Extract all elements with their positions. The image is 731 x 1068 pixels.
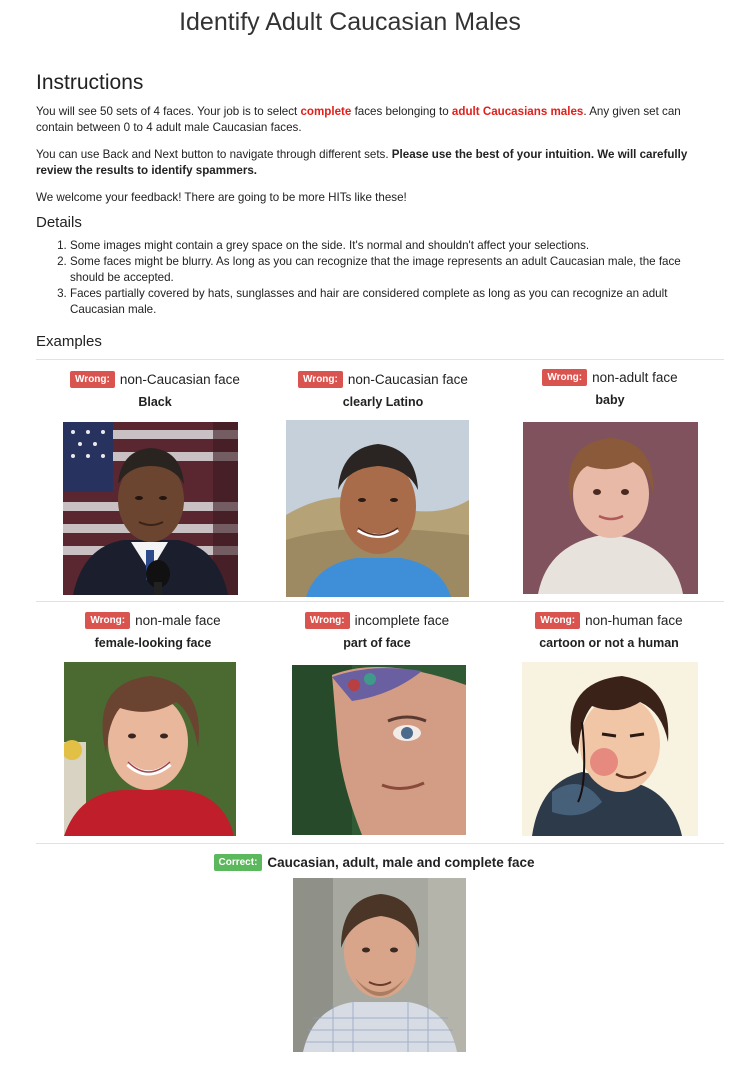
examples-heading: Examples bbox=[36, 333, 102, 350]
example-cartoon: Wrong: non-human face cartoon or not a hu… bbox=[494, 610, 724, 652]
example-latino: Wrong: non-Caucasian face clearly Latino bbox=[268, 369, 498, 411]
photo-cartoon bbox=[522, 662, 698, 836]
photo-latino-male bbox=[286, 420, 469, 597]
wrong-badge: Wrong: bbox=[298, 370, 343, 388]
photo-black-male bbox=[63, 422, 238, 595]
details-heading: Details bbox=[36, 214, 82, 231]
page-title: Identify Adult Caucasian Males bbox=[179, 8, 521, 36]
photo-female-image bbox=[64, 662, 236, 836]
instructions-heading: Instructions bbox=[36, 71, 144, 94]
photo-baby-image bbox=[523, 422, 698, 594]
divider bbox=[36, 843, 724, 844]
wrong-badge: Wrong: bbox=[542, 368, 588, 386]
photo-correct-male bbox=[293, 878, 466, 1052]
photo-partial-face bbox=[292, 665, 466, 835]
photo-cartoon-image bbox=[522, 662, 698, 836]
complete-highlight: complete bbox=[300, 105, 352, 118]
instructions-paragraph-3: We welcome your feedback! There are goin… bbox=[36, 191, 407, 204]
wrong-badge: Wrong: bbox=[304, 611, 350, 629]
wrong-badge: Wrong: bbox=[85, 611, 131, 629]
example-label: baby bbox=[595, 393, 625, 407]
example-label: Black bbox=[138, 395, 172, 409]
example-label: female-looking face bbox=[94, 636, 212, 650]
example-female: Wrong: non-male face female-looking face bbox=[38, 610, 268, 652]
example-correct: Correct: Caucasian, adult, male and compl… bbox=[184, 852, 564, 872]
photo-baby bbox=[523, 422, 698, 594]
example-reason: non-adult face bbox=[592, 369, 678, 385]
divider bbox=[36, 601, 724, 602]
instructions-paragraph-1: You will see 50 sets of 4 faces. Your jo… bbox=[36, 105, 681, 134]
example-reason: non-human face bbox=[585, 612, 683, 628]
example-reason: non-Caucasian face bbox=[119, 371, 240, 387]
target-highlight: adult Caucasians males bbox=[451, 105, 584, 118]
example-label: clearly Latino bbox=[342, 395, 424, 409]
photo-female bbox=[64, 662, 236, 836]
task-page: Identify Adult Caucasian Males Instructi… bbox=[0, 0, 731, 1068]
example-reason: non-Caucasian face bbox=[347, 371, 468, 387]
example-reason: incomplete face bbox=[354, 612, 450, 628]
details-item: Some images might contain a grey space o… bbox=[70, 238, 686, 254]
wrong-badge: Wrong: bbox=[535, 611, 581, 629]
details-item: Faces partially covered by hats, sunglas… bbox=[70, 286, 686, 318]
wrong-badge: Wrong: bbox=[70, 370, 115, 388]
photo-black-male-image bbox=[63, 422, 238, 595]
example-baby: Wrong: non-adult face baby bbox=[495, 367, 725, 409]
example-reason: non-male face bbox=[135, 612, 221, 628]
example-black: Wrong: non-Caucasian face Black bbox=[40, 369, 270, 411]
photo-partial-face-image bbox=[292, 665, 466, 835]
photo-latino-male-image bbox=[286, 420, 469, 597]
photo-correct-male-image bbox=[293, 878, 466, 1052]
divider bbox=[36, 359, 724, 360]
instructions-paragraph-2: You can use Back and Next button to navi… bbox=[36, 148, 688, 177]
example-partial: Wrong: incomplete face part of face bbox=[262, 610, 492, 652]
details-list: Some images might contain a grey space o… bbox=[36, 238, 686, 318]
example-label: part of face bbox=[343, 636, 411, 650]
details-item: Some faces might be blurry. As long as y… bbox=[70, 254, 686, 286]
example-reason: Caucasian, adult, male and complete face bbox=[267, 854, 535, 870]
example-label: cartoon or not a human bbox=[539, 636, 679, 650]
correct-badge: Correct: bbox=[213, 853, 263, 871]
